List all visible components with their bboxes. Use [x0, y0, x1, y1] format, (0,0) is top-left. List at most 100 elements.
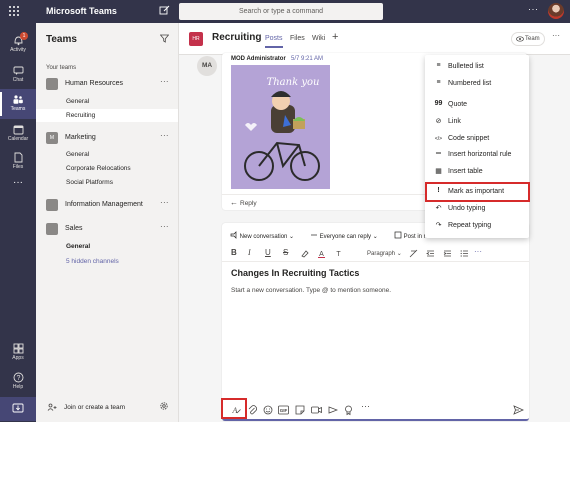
rail-item-chat[interactable]: Chat — [0, 60, 36, 90]
attach-icon[interactable] — [248, 404, 257, 416]
join-or-create-team[interactable]: Join or create a team — [47, 401, 178, 415]
rail-label: Calendar — [7, 136, 29, 142]
channel-general[interactable]: General — [36, 240, 178, 253]
search-input[interactable]: Search or type a command — [179, 3, 383, 20]
team-information-management[interactable]: Information Management ··· — [36, 197, 178, 213]
font-color-icon[interactable]: A — [317, 249, 326, 258]
rail-item-files[interactable]: Files — [0, 147, 36, 177]
gif-icon[interactable]: GIF — [278, 404, 289, 416]
indent-increase-icon[interactable] — [443, 249, 452, 258]
mark-important-highlight — [425, 182, 530, 202]
app-rail: Activity 1 Chat Teams Calendar Files ···… — [0, 23, 36, 422]
new-conversation-option[interactable]: New conversation ⌄ — [230, 231, 294, 240]
team-name: Sales — [65, 225, 83, 232]
strikethrough-button[interactable]: S — [283, 248, 288, 257]
praise-icon[interactable] — [344, 404, 353, 416]
team-tile — [46, 223, 58, 235]
menu-label: Numbered list — [448, 80, 492, 87]
sticker-icon[interactable] — [295, 404, 305, 416]
download-mobile-button[interactable] — [0, 397, 36, 421]
horizontal-rule-icon: ═ — [436, 150, 441, 157]
more-options-menu: ≡ Bulleted list ≡ Numbered list 99 Quote… — [425, 55, 529, 238]
team-options-icon[interactable]: ··· — [160, 131, 169, 140]
rail-item-help[interactable]: ? Help — [0, 367, 36, 397]
highlight-icon[interactable] — [300, 249, 309, 258]
add-tab-button[interactable]: + — [332, 31, 338, 43]
more-apps-icon[interactable]: ··· — [0, 177, 36, 188]
more-options-icon[interactable]: ··· — [361, 401, 370, 413]
team-tile — [46, 78, 58, 90]
bulleted-list-icon[interactable] — [460, 249, 469, 258]
everyone-can-reply-option[interactable]: Everyone can reply ⌄ — [310, 231, 378, 240]
indent-decrease-icon[interactable] — [426, 249, 435, 258]
undo-icon: ↶ — [435, 205, 442, 212]
font-size-icon[interactable]: T — [334, 249, 343, 258]
channel-corporate-relocations[interactable]: Corporate Relocations — [36, 162, 178, 175]
quote-icon: 99 — [434, 100, 443, 107]
help-icon: ? — [13, 372, 23, 383]
tab-files[interactable]: Files — [290, 35, 305, 42]
rail-item-activity[interactable]: Activity 1 — [0, 30, 36, 60]
message-author: MOD Administrator — [231, 56, 286, 62]
menu-label: Repeat typing — [448, 222, 492, 229]
post-multiple-icon — [394, 231, 402, 239]
bulleted-list-icon: ≡ — [436, 62, 441, 69]
team-options-icon[interactable]: ··· — [160, 77, 169, 86]
menu-item-undo-typing[interactable]: ↶ Undo typing — [425, 201, 529, 219]
team-options-icon[interactable]: ··· — [160, 222, 169, 231]
gear-icon[interactable] — [159, 401, 169, 411]
compose-box: New conversation ⌄ Everyone can reply ⌄ … — [222, 223, 529, 421]
channel-recruiting[interactable]: Recruiting — [36, 109, 178, 122]
team-human-resources[interactable]: Human Resources ··· — [36, 76, 178, 92]
more-format-options-icon[interactable]: ··· — [474, 247, 482, 256]
menu-item-repeat-typing[interactable]: ↷ Repeat typing — [425, 218, 529, 236]
eye-icon — [516, 36, 524, 42]
rail-item-teams[interactable]: Teams — [0, 89, 36, 119]
section-label: Your teams — [46, 65, 77, 71]
rail-item-calendar[interactable]: Calendar — [0, 119, 36, 149]
new-chat-icon[interactable] — [159, 5, 170, 16]
user-avatar[interactable] — [548, 3, 564, 19]
redo-icon: ↷ — [435, 222, 442, 229]
channel-general[interactable]: General — [36, 148, 178, 161]
channel-tile: HR — [189, 32, 203, 46]
announcement-icon — [230, 231, 237, 239]
app-launcher-icon[interactable] — [9, 6, 20, 17]
menu-label: Insert horizontal rule — [448, 151, 512, 158]
settings-more-icon[interactable]: ··· — [528, 4, 539, 14]
message-time: 5/7 9:21 AM — [291, 56, 324, 62]
menu-item-bulleted-list[interactable]: ≡ Bulleted list — [425, 59, 529, 77]
italic-button[interactable]: I — [248, 248, 251, 257]
bold-button[interactable]: B — [231, 248, 237, 257]
team-options-icon[interactable]: ··· — [160, 198, 169, 207]
menu-item-numbered-list[interactable]: ≡ Numbered list — [425, 76, 529, 94]
svg-text:T: T — [336, 251, 341, 258]
emoji-icon[interactable] — [263, 404, 273, 416]
team-marketing[interactable]: M Marketing ··· — [36, 130, 178, 146]
channel-general[interactable]: General — [36, 95, 178, 108]
channel-social-platforms[interactable]: Social Platforms — [36, 176, 178, 189]
channel-options-icon[interactable]: ··· — [552, 31, 560, 40]
team-button[interactable]: Team — [511, 32, 545, 46]
stream-icon[interactable] — [328, 404, 338, 416]
tab-posts[interactable]: Posts — [265, 35, 283, 48]
menu-item-horizontal-rule[interactable]: ═ Insert horizontal rule — [425, 147, 529, 165]
subject-field[interactable]: Changes In Recruiting Tactics — [231, 268, 359, 278]
send-icon[interactable] — [513, 404, 524, 416]
filter-icon[interactable] — [159, 34, 170, 45]
message-input[interactable]: Start a new conversation. Type @ to ment… — [231, 287, 391, 294]
rail-item-apps[interactable]: Apps — [0, 338, 36, 368]
menu-item-link[interactable]: ⊘ Link — [425, 114, 529, 132]
panel-title: Teams — [46, 34, 77, 45]
meet-now-icon[interactable] — [311, 404, 322, 416]
menu-item-insert-table[interactable]: ▦ Insert table — [425, 164, 529, 182]
clear-formatting-icon[interactable] — [409, 249, 418, 258]
rail-label: Activity — [10, 47, 26, 53]
team-sales[interactable]: Sales ··· — [36, 221, 178, 237]
hidden-channels-link[interactable]: 5 hidden channels — [36, 255, 178, 268]
underline-button[interactable]: U — [265, 248, 271, 257]
team-button-label: Team — [525, 36, 540, 42]
tab-wiki[interactable]: Wiki — [312, 35, 325, 42]
paragraph-dropdown[interactable]: Paragraph ⌄ — [367, 250, 402, 257]
menu-item-quote[interactable]: 99 Quote — [425, 97, 529, 115]
